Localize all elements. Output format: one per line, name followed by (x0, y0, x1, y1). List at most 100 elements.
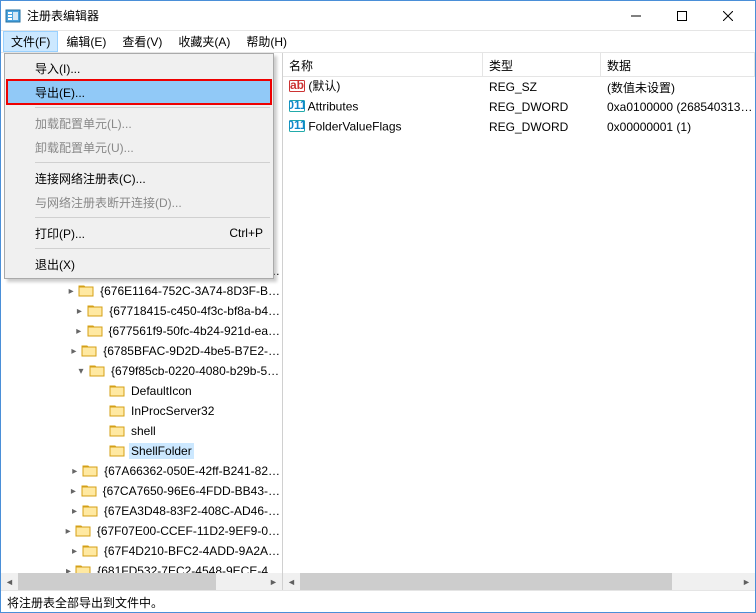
folder-icon (109, 423, 125, 439)
list-row[interactable]: 011 AttributesREG_DWORD0xa0100000 (26854… (283, 97, 755, 117)
chevron-right-icon[interactable]: ▸ (67, 543, 82, 559)
tree-node-label: ShellFolder (129, 443, 194, 459)
value-type: REG_DWORD (483, 100, 601, 114)
menu-unload-hive: 卸载配置单元(U)... (7, 135, 271, 159)
window-title: 注册表编辑器 (27, 7, 613, 24)
tree-row[interactable]: InProcServer32 (1, 401, 282, 421)
chevron-right-icon[interactable]: ▸ (71, 323, 87, 339)
chevron-right-icon[interactable]: ▸ (64, 283, 78, 299)
close-button[interactable] (705, 1, 751, 31)
minimize-button[interactable] (613, 1, 659, 31)
tree-row[interactable]: ▸ {677561f9-50fc-4b24-921d-ea… (1, 321, 282, 341)
value-name: Attributes (308, 99, 359, 113)
tree-row[interactable]: ▸{681FD532-7EC2-4548-9ECE-4… (1, 561, 282, 573)
chevron-right-icon[interactable]: ▸ (66, 483, 80, 499)
value-name: (默认) (308, 79, 340, 93)
menu-view[interactable]: 查看(V) (114, 31, 170, 52)
titlebar: 注册表编辑器 (1, 1, 755, 31)
tree-row[interactable]: ▸{67EA3D48-83F2-408C-AD46-… (1, 501, 282, 521)
menu-favorites[interactable]: 收藏夹(A) (170, 31, 238, 52)
maximize-button[interactable] (659, 1, 705, 31)
folder-icon (109, 403, 125, 419)
folder-icon (75, 563, 91, 573)
chevron-down-icon[interactable]: ▾ (73, 363, 89, 379)
folder-icon (87, 323, 103, 339)
regedit-icon (5, 8, 21, 24)
scroll-thumb[interactable] (18, 573, 216, 590)
tree-panel: 导入(I)... 导出(E)... 加载配置单元(L)... 卸载配置单元(U)… (1, 53, 283, 590)
menu-separator (35, 107, 270, 108)
menu-exit[interactable]: 退出(X) (7, 252, 271, 276)
menu-item-label: 打印(P)... (35, 225, 85, 242)
scroll-thumb[interactable] (300, 573, 672, 590)
tree-row[interactable]: ▸ {67F07E00-CCEF-11D2-9EF9-0… (1, 521, 282, 541)
col-header-type[interactable]: 类型 (483, 53, 601, 76)
menu-print[interactable]: 打印(P)... Ctrl+P (7, 221, 271, 245)
menu-help[interactable]: 帮助(H) (238, 31, 295, 52)
menu-export[interactable]: 导出(E)... (7, 80, 271, 104)
tree-row[interactable]: ▸{67718415-c450-4f3c-bf8a-b4… (1, 301, 282, 321)
tree-row[interactable]: ▸{676E1164-752C-3A74-8D3F-B… (1, 281, 282, 301)
tree-row[interactable]: ShellFolder (1, 441, 282, 461)
menu-edit[interactable]: 编辑(E) (58, 31, 114, 52)
value-name: FolderValueFlags (308, 119, 401, 133)
menu-import[interactable]: 导入(I)... (7, 56, 271, 80)
list-header: 名称 类型 数据 (283, 53, 755, 77)
twisty-placeholder (93, 443, 109, 459)
string-value-icon: ab (289, 83, 305, 97)
menu-item-shortcut: Ctrl+P (229, 226, 263, 240)
chevron-right-icon[interactable]: ▸ (67, 343, 82, 359)
menu-item-label: 与网络注册表断开连接(D)... (35, 194, 182, 211)
folder-icon (82, 503, 98, 519)
list-row[interactable]: ab (默认)REG_SZ(数值未设置) (283, 77, 755, 97)
menu-item-label: 导出(E)... (35, 84, 85, 101)
folder-icon (109, 443, 125, 459)
chevron-right-icon[interactable]: ▸ (72, 303, 88, 319)
col-header-name[interactable]: 名称 (283, 53, 483, 76)
tree-node-label: {67A66362-050E-42ff-B241-82… (102, 463, 282, 479)
tree-row[interactable]: ▸ {67A66362-050E-42ff-B241-82… (1, 461, 282, 481)
folder-icon (78, 283, 94, 299)
tree-row[interactable]: ▸{67F4D210-BFC2-4ADD-9A2A… (1, 541, 282, 561)
tree-row[interactable]: shell (1, 421, 282, 441)
tree-row[interactable]: DefaultIcon (1, 381, 282, 401)
value-type: REG_SZ (483, 80, 601, 94)
scroll-track[interactable] (18, 573, 265, 590)
chevron-right-icon[interactable]: ▸ (61, 523, 74, 539)
col-header-data[interactable]: 数据 (601, 53, 755, 76)
menu-item-label: 退出(X) (35, 256, 75, 273)
tree-node-label: shell (129, 423, 158, 439)
list-row[interactable]: 011 FolderValueFlagsREG_DWORD0x00000001 … (283, 117, 755, 137)
menubar: 文件(F) 编辑(E) 查看(V) 收藏夹(A) 帮助(H) (1, 31, 755, 53)
list-hscrollbar[interactable]: ◄ ► (283, 573, 755, 590)
menu-item-label: 导入(I)... (35, 60, 80, 77)
folder-icon (82, 543, 98, 559)
tree-node-label: {6785BFAC-9D2D-4be5-B7E2-… (101, 343, 282, 359)
svg-text:ab: ab (290, 78, 304, 92)
value-data: 0xa0100000 (268540313… (601, 100, 755, 114)
menu-file[interactable]: 文件(F) (3, 31, 58, 52)
statusbar: 将注册表全部导出到文件中。 (1, 590, 755, 612)
tree-node-label: {67CA7650-96E6-4FDD-BB43-… (101, 483, 282, 499)
chevron-right-icon[interactable]: ▸ (62, 563, 76, 573)
tree-row[interactable]: ▸ {67CA7650-96E6-4FDD-BB43-… (1, 481, 282, 501)
tree-node-label: {67F07E00-CCEF-11D2-9EF9-0… (95, 523, 282, 539)
registry-tree[interactable]: ▸{67677441-3350-45B4-9455-4…▸{676E1164-7… (1, 261, 282, 573)
folder-icon (75, 523, 91, 539)
scroll-track[interactable] (300, 573, 738, 590)
content-area: 导入(I)... 导出(E)... 加载配置单元(L)... 卸载配置单元(U)… (1, 53, 755, 590)
scroll-left-icon[interactable]: ◄ (1, 573, 18, 590)
tree-hscrollbar[interactable]: ◄ ► (1, 573, 282, 590)
scroll-right-icon[interactable]: ► (265, 573, 282, 590)
tree-row[interactable]: ▾{679f85cb-0220-4080-b29b-5… (1, 361, 282, 381)
chevron-right-icon[interactable]: ▸ (67, 503, 82, 519)
chevron-right-icon[interactable]: ▸ (67, 463, 82, 479)
scroll-left-icon[interactable]: ◄ (283, 573, 300, 590)
binary-value-icon: 011 (289, 123, 305, 137)
value-list-body[interactable]: ab (默认)REG_SZ(数值未设置)011 AttributesREG_DW… (283, 77, 755, 137)
scroll-right-icon[interactable]: ► (738, 573, 755, 590)
tree-row[interactable]: ▸ {6785BFAC-9D2D-4be5-B7E2-… (1, 341, 282, 361)
menu-connect-network[interactable]: 连接网络注册表(C)... (7, 166, 271, 190)
tree-node-label: {677561f9-50fc-4b24-921d-ea… (107, 323, 282, 339)
value-data: 0x00000001 (1) (601, 120, 755, 134)
